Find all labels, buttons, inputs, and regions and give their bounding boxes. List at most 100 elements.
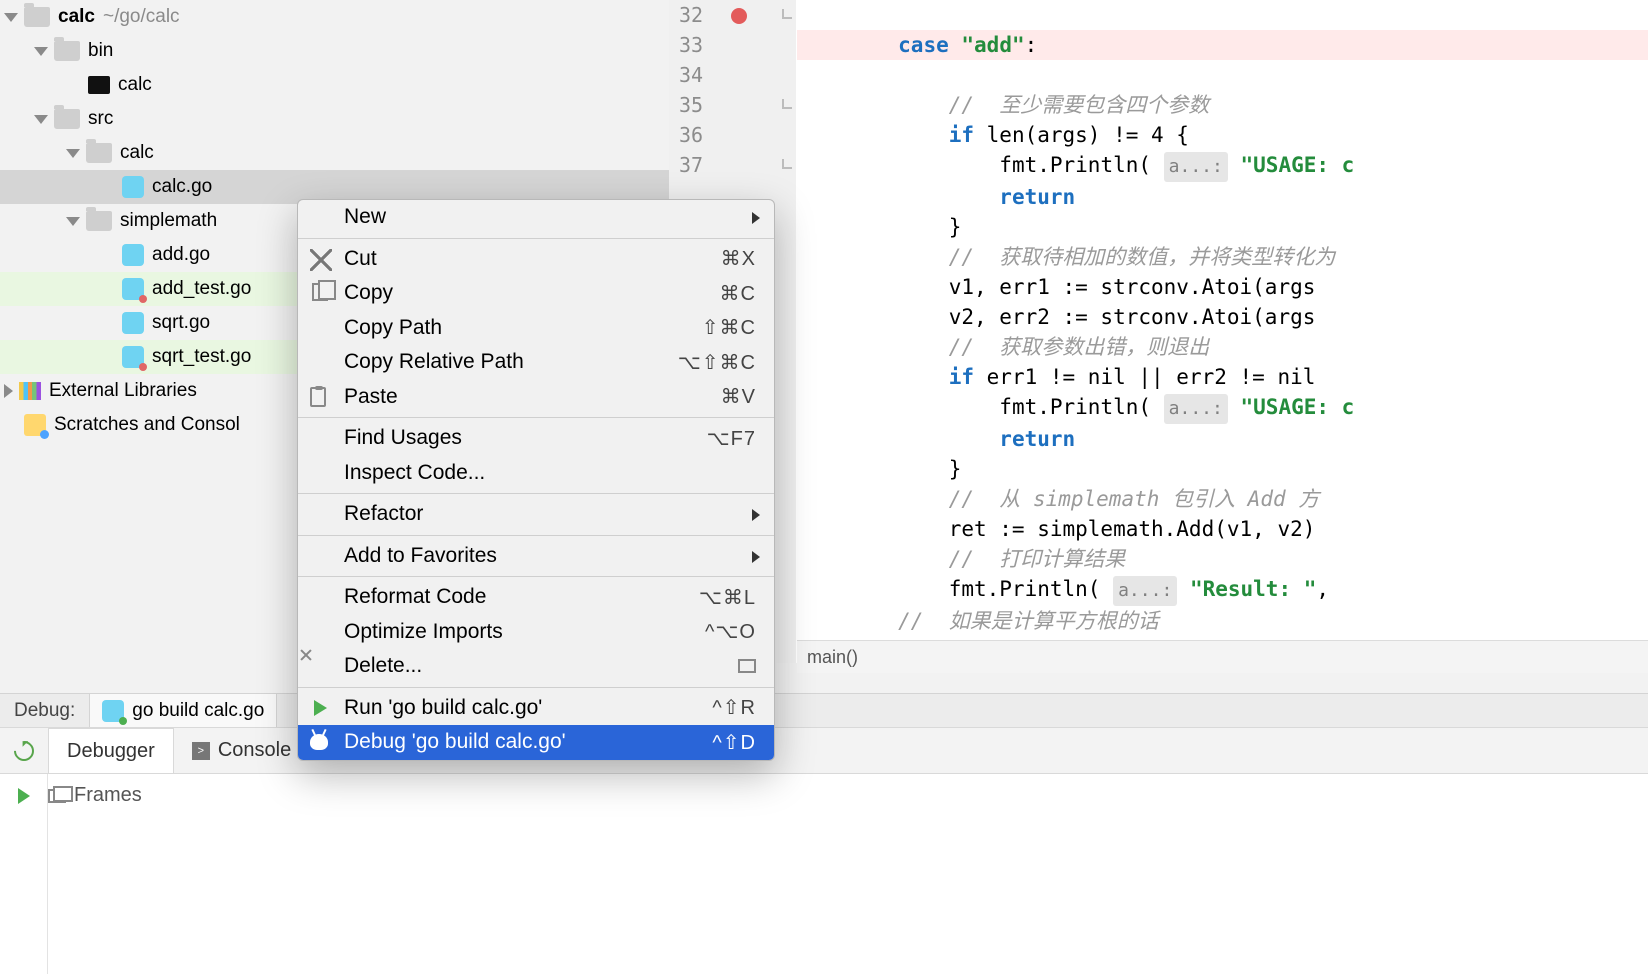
rerun-button[interactable] [0, 728, 48, 773]
tree-src-label: src [88, 108, 113, 130]
menu-inspect-code[interactable]: Inspect Code... [298, 456, 774, 491]
code-kw: if [949, 365, 974, 389]
menu-paste[interactable]: Paste⌘V [298, 380, 774, 415]
gutter-line-35[interactable]: 35 [669, 90, 796, 120]
menu-copy-rel[interactable]: Copy Relative Path⌥⇧⌘C [298, 345, 774, 380]
menu-reformat-label: Reformat Code [344, 585, 486, 609]
menu-copyrel-shortcut: ⌥⇧⌘C [678, 350, 756, 375]
tree-calcdir-label: calc [120, 142, 154, 164]
tree-root[interactable]: calc ~/go/calc [0, 0, 669, 34]
code-comment: // 获取待相加的数值，并将类型转化为 [949, 245, 1336, 269]
fold-icon[interactable] [782, 159, 792, 169]
code-text: v1, err1 := strconv.Atoi(args [949, 275, 1316, 299]
code-comment: // 如果是计算平方根的话 [898, 609, 1159, 633]
debug-tabs: Debugger > Console → [0, 727, 1648, 773]
menu-copy-path[interactable]: Copy Path⇧⌘C [298, 311, 774, 346]
fold-icon[interactable] [782, 9, 792, 19]
gutter-line-34[interactable]: 34 [669, 60, 796, 90]
menu-reformat[interactable]: Reformat Code⌥⌘L [298, 580, 774, 615]
chevron-down-icon[interactable] [34, 47, 48, 56]
copy-icon [312, 283, 328, 301]
menu-copypath-shortcut: ⇧⌘C [702, 315, 756, 340]
menu-optimize[interactable]: Optimize Imports^⌥O [298, 615, 774, 650]
tab-debugger-label: Debugger [67, 740, 155, 763]
code-text: fmt.Println( [949, 577, 1101, 601]
folder-icon [86, 211, 112, 231]
param-hint: a...: [1164, 394, 1228, 424]
menu-find-usages[interactable]: Find Usages⌥F7 [298, 421, 774, 456]
code-text: : [1025, 33, 1038, 57]
menu-debug-shortcut: ^⇧D [712, 730, 756, 755]
menu-new[interactable]: New [298, 200, 774, 235]
chevron-right-icon[interactable] [4, 384, 13, 398]
menu-separator [298, 687, 774, 688]
code-comment: 包引入 [1159, 487, 1247, 511]
folder-icon [24, 7, 50, 27]
console-icon: > [192, 742, 210, 760]
code-editor[interactable]: case "add": // 至少需要包含四个参数 if len(args) !… [797, 0, 1648, 640]
tab-debugger[interactable]: Debugger [48, 728, 174, 773]
menu-new-label: New [344, 205, 386, 229]
menu-cut[interactable]: Cut⌘X [298, 242, 774, 277]
debug-toolbar [0, 774, 48, 974]
go-test-icon [122, 346, 144, 368]
menu-delete[interactable]: Delete... [298, 649, 774, 684]
menu-run-shortcut: ^⇧R [712, 695, 756, 720]
menu-run-label: Run 'go build calc.go' [344, 696, 542, 720]
breakpoint-icon[interactable] [731, 8, 747, 24]
tree-root-path: ~/go/calc [103, 6, 180, 28]
gutter-line-32[interactable]: 32 [669, 0, 796, 30]
menu-debug[interactable]: Debug 'go build calc.go'^⇧D [298, 725, 774, 760]
menu-optimize-label: Optimize Imports [344, 620, 503, 644]
menu-copy[interactable]: Copy⌘C [298, 276, 774, 311]
chevron-down-icon[interactable] [4, 13, 18, 22]
menu-inspect-label: Inspect Code... [344, 461, 485, 485]
code-kw: if [949, 123, 974, 147]
tree-ext-label: External Libraries [49, 380, 197, 402]
tree-scratch-label: Scratches and Consol [54, 414, 240, 436]
gutter-line-33[interactable]: 33 [669, 30, 796, 60]
paste-icon [310, 387, 326, 407]
code-text: } [949, 457, 962, 481]
debug-label: Debug: [0, 700, 89, 722]
code-str: "USAGE: c [1241, 153, 1355, 177]
resume-button[interactable] [18, 788, 30, 804]
tree-bin[interactable]: bin [0, 34, 669, 68]
bug-icon [310, 734, 328, 750]
chevron-down-icon[interactable] [66, 149, 80, 158]
tree-src[interactable]: src [0, 102, 669, 136]
code-str: "USAGE: c [1241, 395, 1355, 419]
gutter-line-37[interactable]: 37 [669, 150, 796, 180]
chevron-down-icon[interactable] [66, 217, 80, 226]
go-file-icon [122, 312, 144, 334]
tree-addgo-label: add.go [152, 244, 210, 266]
menu-favorites[interactable]: Add to Favorites [298, 539, 774, 574]
tree-calc-dir[interactable]: calc [0, 136, 669, 170]
tree-addtest-label: add_test.go [152, 278, 251, 300]
tree-sqrtgo-label: sqrt.go [152, 312, 210, 334]
menu-separator [298, 493, 774, 494]
menu-run[interactable]: Run 'go build calc.go' ^⇧R [298, 691, 774, 726]
code-text: fmt.Println( [999, 153, 1151, 177]
code-comment: // 获取参数出错，则退出 [949, 335, 1210, 359]
run-config-tab[interactable]: go build calc.go [89, 694, 277, 727]
chevron-down-icon[interactable] [34, 115, 48, 124]
fold-icon[interactable] [782, 99, 792, 109]
code-str: "add" [961, 33, 1024, 57]
frames-header[interactable]: Frames [48, 784, 142, 807]
tree-calc-bin[interactable]: calc [0, 68, 669, 102]
frames-icon [48, 789, 66, 803]
code-comment: // 打印计算结果 [949, 547, 1126, 571]
folder-icon [54, 41, 80, 61]
code-comment: 方 [1286, 487, 1320, 511]
code-text: len(args) != 4 { [974, 123, 1189, 147]
breadcrumb[interactable]: main() [797, 640, 1648, 673]
gutter-line-36[interactable]: 36 [669, 120, 796, 150]
code-text: , [1316, 577, 1341, 601]
code-comment: simplemath [1033, 487, 1159, 511]
menu-paste-label: Paste [344, 385, 398, 409]
menu-separator [298, 576, 774, 577]
code-kw: return [999, 185, 1075, 209]
breadcrumb-label: main() [807, 647, 858, 667]
menu-refactor[interactable]: Refactor [298, 497, 774, 532]
